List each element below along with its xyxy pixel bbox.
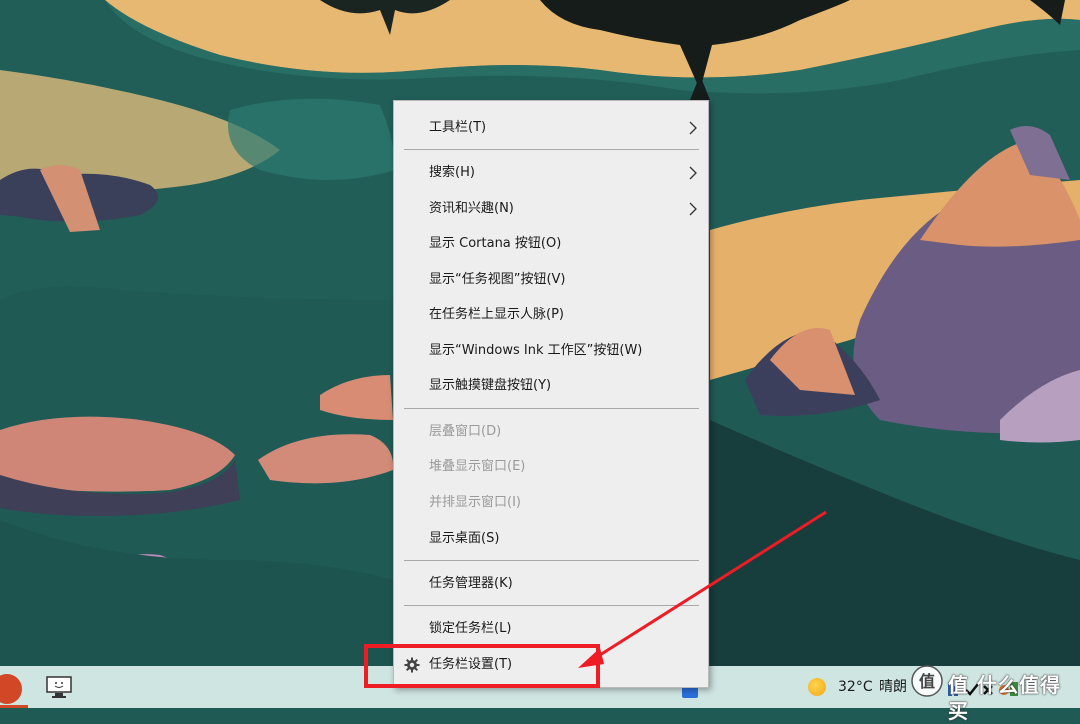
menu-item-label: 搜索(H) bbox=[429, 165, 475, 180]
svg-text:值: 值 bbox=[919, 672, 935, 691]
menu-item-show-desktop[interactable]: 显示桌面(S) bbox=[394, 521, 708, 557]
watermark-text: 值 什么值得买 bbox=[948, 673, 1061, 723]
menu-item-label: 显示触摸键盘按钮(Y) bbox=[429, 378, 552, 393]
taskbar-context-menu: 工具栏(T) 搜索(H) 资讯和兴趣(N) 显示 Cortana 按钮(O) 显… bbox=[393, 100, 709, 688]
menu-item-show-touch-keyboard[interactable]: 显示触摸键盘按钮(Y) bbox=[394, 368, 708, 404]
menu-item-lock-taskbar[interactable]: 锁定任务栏(L) bbox=[394, 611, 708, 647]
chevron-right-icon bbox=[689, 166, 697, 180]
weather-condition[interactable]: 晴朗 bbox=[879, 677, 907, 697]
menu-item-label: 显示“Windows Ink 工作区”按钮(W) bbox=[429, 343, 643, 358]
menu-separator bbox=[404, 560, 699, 561]
menu-separator bbox=[404, 149, 699, 150]
powerpoint-icon[interactable] bbox=[0, 674, 22, 704]
menu-item-label: 资讯和兴趣(N) bbox=[429, 201, 514, 216]
menu-item-label: 堆叠显示窗口(E) bbox=[429, 459, 526, 474]
menu-separator bbox=[404, 408, 699, 409]
menu-item-label: 工具栏(T) bbox=[429, 120, 487, 135]
menu-item-label: 在任务栏上显示人脉(P) bbox=[429, 307, 564, 322]
gear-icon bbox=[404, 657, 420, 673]
menu-item-taskbar-settings[interactable]: 任务栏设置(T) bbox=[394, 647, 708, 683]
menu-item-label: 显示 Cortana 按钮(O) bbox=[429, 236, 562, 251]
menu-item-news-interests[interactable]: 资讯和兴趣(N) bbox=[394, 191, 708, 227]
menu-item-label: 层叠窗口(D) bbox=[429, 424, 502, 439]
menu-item-show-windows-ink[interactable]: 显示“Windows Ink 工作区”按钮(W) bbox=[394, 333, 708, 369]
menu-item-show-people[interactable]: 在任务栏上显示人脉(P) bbox=[394, 297, 708, 333]
menu-item-cascade-windows: 层叠窗口(D) bbox=[394, 414, 708, 450]
monitor-icon[interactable] bbox=[44, 674, 74, 700]
menu-item-label: 显示“任务视图”按钮(V) bbox=[429, 272, 566, 287]
menu-item-label: 任务栏设置(T) bbox=[429, 657, 513, 672]
menu-item-show-task-view[interactable]: 显示“任务视图”按钮(V) bbox=[394, 262, 708, 298]
menu-item-label: 锁定任务栏(L) bbox=[429, 621, 512, 636]
chevron-right-icon bbox=[689, 121, 697, 135]
menu-item-show-cortana[interactable]: 显示 Cortana 按钮(O) bbox=[394, 226, 708, 262]
menu-item-side-by-side: 并排显示窗口(I) bbox=[394, 485, 708, 521]
menu-item-label: 并排显示窗口(I) bbox=[429, 495, 521, 510]
weather-temperature[interactable]: 32°C bbox=[838, 677, 873, 697]
menu-item-label: 显示桌面(S) bbox=[429, 531, 500, 546]
menu-item-label: 任务管理器(K) bbox=[429, 576, 513, 591]
menu-item-task-manager[interactable]: 任务管理器(K) bbox=[394, 566, 708, 602]
chevron-right-icon bbox=[689, 202, 697, 216]
smzdm-logo-icon: 值 bbox=[911, 665, 943, 697]
menu-item-search[interactable]: 搜索(H) bbox=[394, 155, 708, 191]
menu-separator bbox=[404, 605, 699, 606]
menu-item-toolbars[interactable]: 工具栏(T) bbox=[394, 110, 708, 146]
menu-item-stack-windows: 堆叠显示窗口(E) bbox=[394, 449, 708, 485]
sun-icon[interactable] bbox=[808, 678, 826, 696]
